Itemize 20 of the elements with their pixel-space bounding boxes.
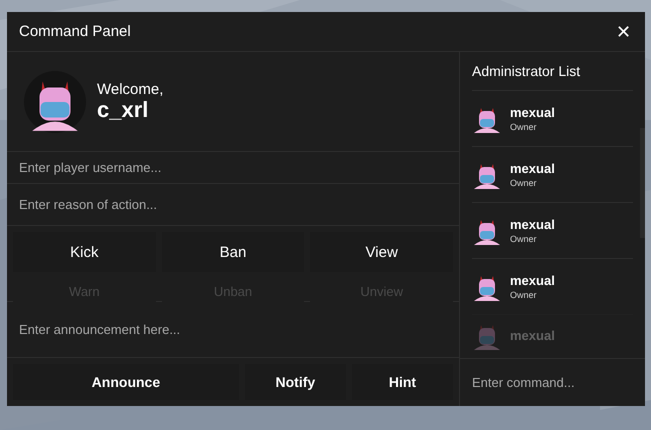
admin-name: mexual [510, 273, 555, 288]
admin-role: Owner [510, 290, 538, 300]
scrollbar[interactable] [640, 128, 645, 238]
input-field[interactable]: Enter reason of action... [7, 184, 459, 226]
admin-name: mexual [510, 217, 555, 232]
admin-name: mexual [510, 328, 555, 343]
input-field[interactable]: Enter player username... [7, 152, 459, 184]
admin-role: Owner [510, 178, 538, 188]
admin-name: mexual [510, 161, 555, 176]
command-field[interactable]: Enter command... [460, 359, 645, 406]
close-button[interactable]: ✕ [612, 20, 635, 42]
admin-name: mexual [510, 105, 555, 120]
admin-role: Owner [510, 122, 538, 132]
welcome-text: Welcome, [97, 81, 164, 98]
announcement-field[interactable]: Enter announcement here... [7, 302, 459, 358]
admin-role: Owner [510, 234, 538, 244]
username: c_xrl [97, 98, 150, 122]
window-title: Command Panel [19, 23, 131, 40]
avatar-icon [24, 70, 86, 132]
list-title: Administrator List [472, 63, 580, 79]
